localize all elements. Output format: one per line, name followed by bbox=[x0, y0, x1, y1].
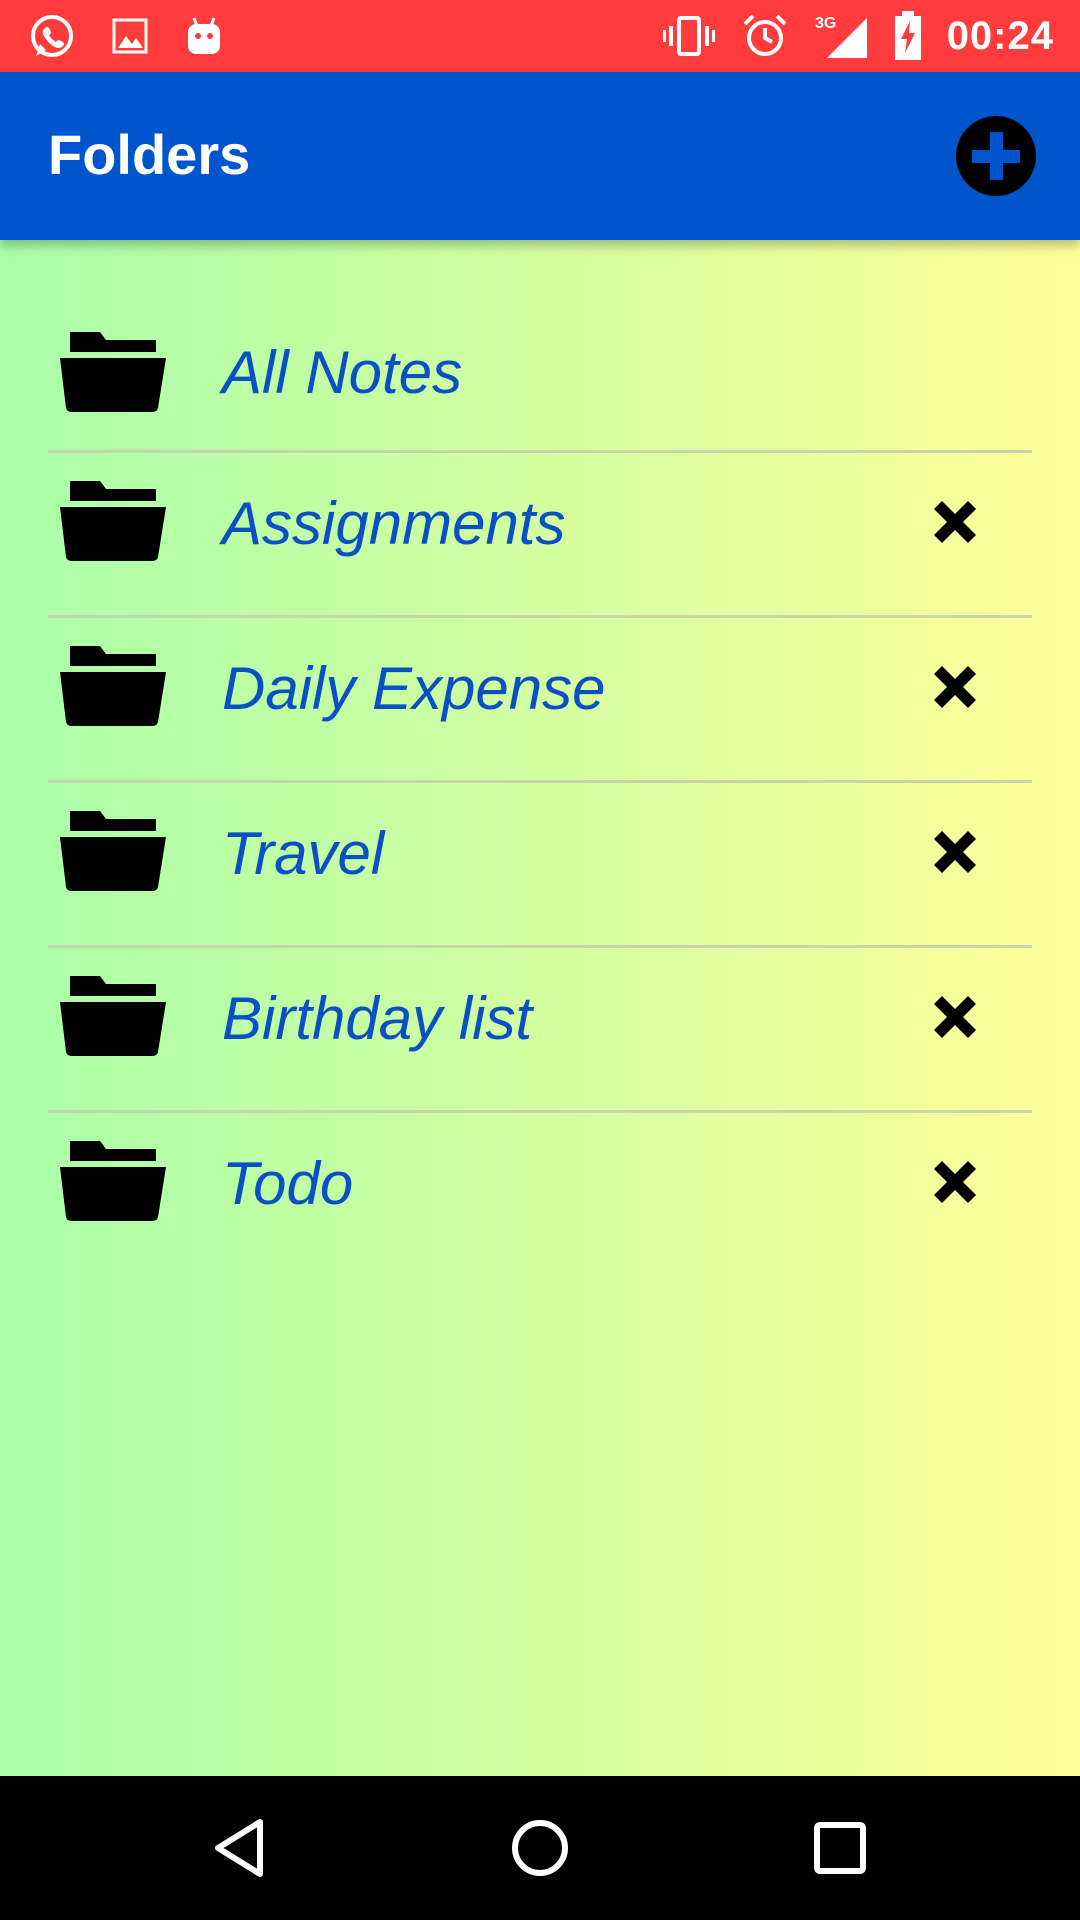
app-bar: Folders bbox=[0, 72, 1080, 240]
delete-icon[interactable] bbox=[928, 1155, 982, 1209]
folder-open-icon bbox=[60, 481, 166, 561]
folder-list: All Notes Assignments Daily Expense Trav… bbox=[48, 300, 1032, 1275]
delete-icon[interactable] bbox=[928, 660, 982, 714]
list-item-assignments[interactable]: Assignments bbox=[48, 453, 1032, 618]
screen: 3G 00:24 Folders All Notes Assignments D… bbox=[0, 0, 1080, 1920]
list-item-birthday-list[interactable]: Birthday list bbox=[48, 948, 1032, 1113]
folder-name: Todo bbox=[222, 1150, 354, 1217]
navigation-bar bbox=[0, 1776, 1080, 1920]
status-time: 00:24 bbox=[946, 14, 1054, 58]
home-icon[interactable] bbox=[500, 1808, 580, 1888]
list-item-todo[interactable]: Todo bbox=[48, 1113, 1032, 1275]
vibrate-icon bbox=[662, 16, 715, 56]
alarm-icon bbox=[743, 14, 787, 56]
image-icon bbox=[112, 18, 148, 54]
page-title: Folders bbox=[48, 123, 251, 186]
status-left-icons bbox=[28, 12, 224, 60]
whatsapp-icon bbox=[31, 15, 73, 57]
folder-name: Assignments bbox=[222, 490, 566, 557]
folder-open-icon bbox=[60, 1141, 166, 1221]
list-item-daily-expense[interactable]: Daily Expense bbox=[48, 618, 1032, 783]
svg-text:3G: 3G bbox=[815, 15, 836, 32]
signal-3g-icon: 3G bbox=[815, 15, 867, 58]
back-icon[interactable] bbox=[200, 1808, 280, 1888]
folder-open-icon bbox=[60, 332, 166, 412]
list-item-travel[interactable]: Travel bbox=[48, 783, 1032, 948]
folder-name: Daily Expense bbox=[222, 655, 606, 722]
delete-icon[interactable] bbox=[928, 495, 982, 549]
folder-name: All Notes bbox=[222, 339, 463, 406]
battery-charging-icon bbox=[894, 11, 921, 60]
folder-name: Travel bbox=[222, 820, 385, 887]
recents-icon[interactable] bbox=[800, 1808, 880, 1888]
plus-circle-icon bbox=[972, 132, 1020, 180]
delete-icon[interactable] bbox=[928, 990, 982, 1044]
folder-open-icon bbox=[60, 811, 166, 891]
list-item-all-notes[interactable]: All Notes bbox=[48, 300, 1032, 453]
status-right-icons: 3G 00:24 bbox=[661, 8, 1054, 64]
folder-open-icon bbox=[60, 646, 166, 726]
folder-open-icon bbox=[60, 976, 166, 1056]
add-folder-button[interactable] bbox=[956, 116, 1036, 196]
folder-name: Birthday list bbox=[222, 985, 533, 1052]
status-bar: 3G 00:24 bbox=[0, 0, 1080, 72]
android-icon bbox=[188, 17, 220, 54]
delete-icon[interactable] bbox=[928, 825, 982, 879]
